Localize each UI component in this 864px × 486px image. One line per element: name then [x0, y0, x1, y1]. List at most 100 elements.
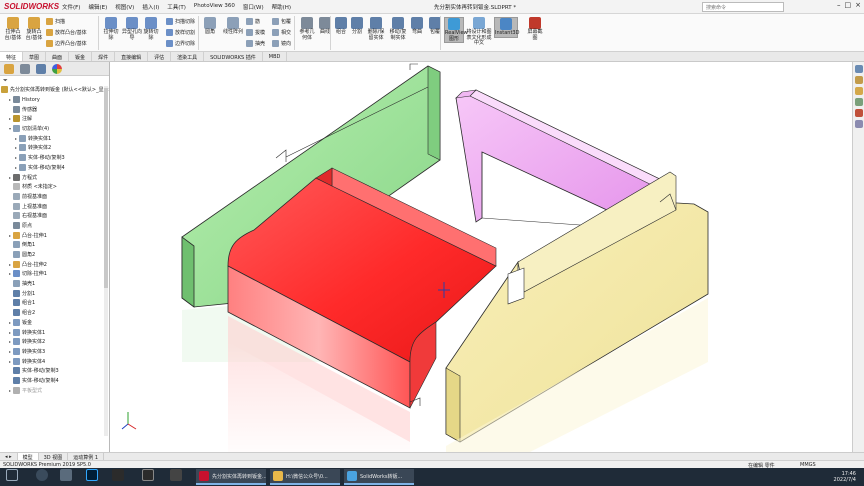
feature-tree-item[interactable]: 上视基准面: [1, 201, 109, 211]
menu-file[interactable]: 文件(F): [62, 3, 80, 11]
ribbon-button-9[interactable]: 组合: [334, 17, 348, 36]
feature-tree-item[interactable]: 前视基准面: [1, 192, 109, 202]
close-button[interactable]: ×: [855, 1, 861, 9]
feature-tree-item[interactable]: 传感器: [1, 104, 109, 114]
menu-edit[interactable]: 编辑(E): [88, 3, 107, 11]
ribbon-small-button-1[interactable]: 放样凸台/基体: [46, 29, 87, 36]
ribbon-button-7[interactable]: 参考几何体: [298, 17, 316, 41]
taskbar-app-1[interactable]: H:\微信公众号\0...: [270, 469, 340, 485]
model-tab-1[interactable]: 3D 视图: [39, 453, 69, 461]
ribbon-small-button-3[interactable]: 扫描切除: [166, 18, 195, 25]
menu-window[interactable]: 窗口(W): [243, 3, 264, 11]
ribbon-small-button-2[interactable]: 边界凸台/基体: [46, 40, 87, 47]
feature-tree-item[interactable]: 组合2: [1, 308, 109, 318]
ribbon-small-button-10[interactable]: 相交: [272, 29, 291, 36]
ribbon-button-13[interactable]: 弯曲: [410, 17, 424, 36]
minimize-button[interactable]: –: [837, 1, 841, 9]
ribbon-small-button-4[interactable]: 放样切割: [166, 29, 195, 36]
graphics-area[interactable]: [110, 62, 852, 452]
ribbon-small-button-7[interactable]: 拔模: [246, 29, 265, 36]
feature-tree-item[interactable]: ▸ 转换实体3: [1, 347, 109, 357]
ribbon-button-12[interactable]: 移动/复制实体: [388, 17, 408, 41]
feature-manager-icon[interactable]: [4, 64, 14, 74]
ribbon-small-button-0[interactable]: 扫描: [46, 18, 65, 25]
taskbar-app-0[interactable]: 先分割实体再转到钣金... (SOLIDWORKS P...: [196, 469, 266, 485]
ribbon-button-4[interactable]: 旋转切除: [142, 17, 160, 41]
configuration-manager-icon[interactable]: [36, 64, 46, 74]
feature-tree-item[interactable]: 右视基准面: [1, 211, 109, 221]
feature-tree-item[interactable]: 原点: [1, 221, 109, 231]
ribbon-button-15[interactable]: RealView 图形: [444, 17, 468, 43]
ribbon-button-11[interactable]: 删除/保留实体: [366, 17, 386, 41]
photoshop-icon[interactable]: [86, 469, 98, 481]
feature-tree-item[interactable]: ▸ 切除-拉伸1: [1, 269, 109, 279]
feature-tree-item[interactable]: 组合1: [1, 298, 109, 308]
ribbon-button-0[interactable]: 拉伸凸台/基体: [4, 17, 22, 41]
ribbon-button-3[interactable]: 异型孔向导: [122, 17, 142, 41]
feature-tree-item[interactable]: 圆角2: [1, 250, 109, 260]
feature-tree-item[interactable]: 先分割实体再转到钣金 (默认<<默认>_显示状态 1>): [1, 85, 109, 95]
command-tab-4[interactable]: 焊件: [92, 52, 116, 61]
ribbon-button-18[interactable]: 屏幕截图: [526, 17, 544, 41]
system-clock[interactable]: 17:46 2022/7/4: [834, 471, 856, 483]
model-tab-0[interactable]: 模型: [17, 453, 39, 461]
ribbon-button-2[interactable]: 拉伸切除: [102, 17, 120, 41]
feature-tree-item[interactable]: ▾ 切割清单(4): [1, 124, 109, 134]
ribbon-button-17[interactable]: Instant3D: [494, 17, 519, 38]
menu-tools[interactable]: 工具(T): [167, 3, 186, 11]
feature-tree-item[interactable]: ▸ 方程式: [1, 172, 109, 182]
solidworks-logo[interactable]: SOLIDWORKS: [4, 2, 59, 11]
feature-tree-item[interactable]: 倒角1: [1, 240, 109, 250]
ribbon-small-button-8[interactable]: 抽壳: [246, 40, 265, 47]
design-library-icon[interactable]: [855, 76, 863, 84]
feature-tree-item[interactable]: ▸ 转换实体1: [1, 133, 109, 143]
coordinate-triad-icon[interactable]: [121, 412, 137, 430]
cortana-icon[interactable]: [36, 469, 48, 481]
property-manager-icon[interactable]: [20, 64, 30, 74]
search-input[interactable]: 搜索命令: [702, 2, 784, 12]
command-tab-3[interactable]: 钣金: [69, 52, 93, 61]
ribbon-small-button-5[interactable]: 边界切除: [166, 40, 195, 47]
ribbon-small-button-11[interactable]: 镜向: [272, 40, 291, 47]
menu-view[interactable]: 视图(V): [115, 3, 134, 11]
task-view-icon[interactable]: [60, 469, 72, 481]
ribbon-small-button-6[interactable]: 筋: [246, 18, 260, 25]
command-tab-1[interactable]: 草图: [23, 52, 47, 61]
windows-start-icon[interactable]: [6, 469, 18, 481]
menu-help[interactable]: 帮助(H): [272, 3, 291, 11]
feature-tree-item[interactable]: ▸ 凸台-拉伸2: [1, 259, 109, 269]
app-icon-2[interactable]: [142, 469, 154, 481]
display-manager-icon[interactable]: [52, 64, 62, 74]
ribbon-small-button-9[interactable]: 包覆: [272, 18, 291, 25]
custom-properties-icon[interactable]: [855, 120, 863, 128]
app-icon-3[interactable]: [170, 469, 182, 481]
feature-tree-item[interactable]: 材质 <未指定>: [1, 182, 109, 192]
feature-tree-item[interactable]: ▸ 注解: [1, 114, 109, 124]
model-tab-2[interactable]: 运动算例 1: [68, 453, 105, 461]
feature-tree-item[interactable]: ▸ 凸台-拉伸1: [1, 230, 109, 240]
command-tab-6[interactable]: 评估: [148, 52, 172, 61]
feature-tree-item[interactable]: ▸ 转换实体4: [1, 356, 109, 366]
feature-tree-item[interactable]: ▸ 实体-移动/复制3: [1, 153, 109, 163]
yellow-panel[interactable]: [445, 171, 709, 452]
ribbon-button-6[interactable]: 线性阵列: [222, 17, 244, 36]
file-explorer-icon[interactable]: [855, 87, 863, 95]
command-tab-2[interactable]: 曲面: [46, 52, 70, 61]
appearances-icon[interactable]: [855, 109, 863, 117]
feature-tree-item[interactable]: ▸ 转换实体1: [1, 327, 109, 337]
command-tab-9[interactable]: MBD: [263, 52, 288, 61]
feature-tree-item[interactable]: ▸ 转换实体2: [1, 143, 109, 153]
view-palette-icon[interactable]: [855, 98, 863, 106]
command-tab-7[interactable]: 渲染工具: [171, 52, 205, 61]
ribbon-button-5[interactable]: 圆角: [202, 17, 218, 36]
feature-tree-item[interactable]: 分割1: [1, 288, 109, 298]
ribbon-button-16[interactable]: 将设计和图表文化形成中文: [466, 17, 492, 47]
taskbar-app-2[interactable]: SolidWorks转钣...: [344, 469, 414, 485]
command-tab-8[interactable]: SOLIDWORKS 插件: [204, 52, 263, 61]
feature-tree-item[interactable]: ▸ 实体-移动/复制4: [1, 163, 109, 173]
filter-icon[interactable]: ⏷: [0, 76, 109, 85]
menu-photoview[interactable]: PhotoView 360: [194, 3, 235, 11]
feature-tree-item[interactable]: 实体-移动/复制3: [1, 366, 109, 376]
ribbon-button-1[interactable]: 旋转凸台/基体: [24, 17, 44, 41]
scrollbar-thumb[interactable]: [104, 88, 108, 288]
